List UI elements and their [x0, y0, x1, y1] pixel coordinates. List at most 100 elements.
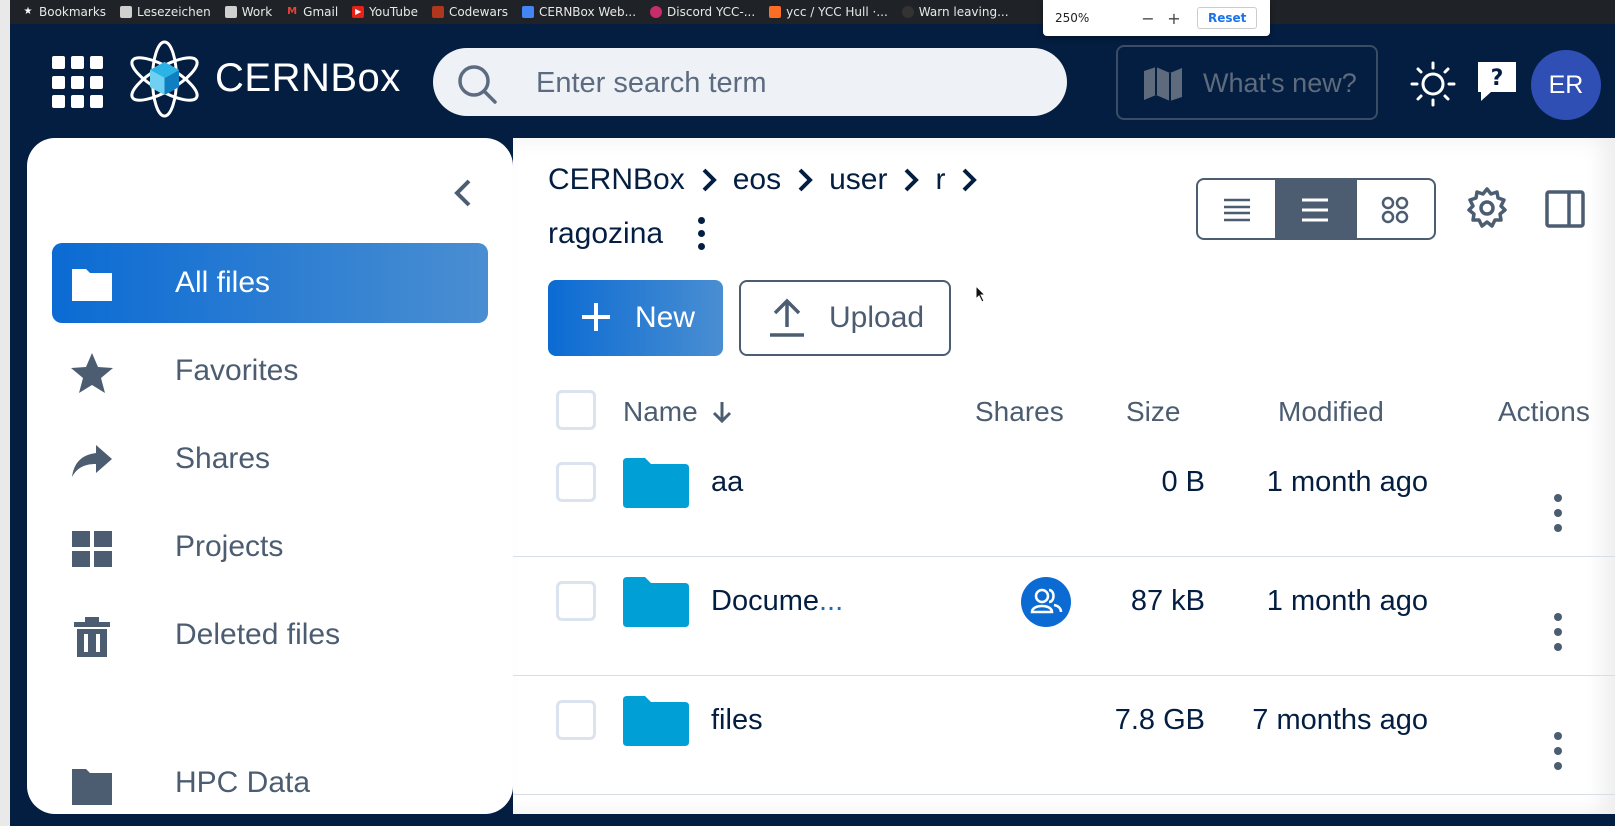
chevron-right-icon [702, 168, 717, 192]
zoom-reset-button[interactable]: Reset [1197, 7, 1258, 29]
sidebar-item-all-files[interactable]: All files [52, 243, 488, 323]
bookmark-item[interactable]: ycc / YCC Hull ·... [769, 5, 888, 19]
breadcrumb-item[interactable]: eos [733, 163, 781, 197]
zoom-out-button[interactable]: − [1135, 9, 1161, 28]
sidebar-item-label: HPC Data [175, 766, 311, 799]
column-header-name[interactable]: Name [623, 396, 733, 428]
zoom-in-button[interactable]: + [1161, 9, 1187, 28]
sidebar-item-label: Shares [175, 442, 271, 475]
file-modified: 1 month ago [1266, 466, 1428, 498]
chevron-right-icon [963, 168, 978, 192]
github-icon [901, 6, 914, 18]
folder-icon [72, 769, 112, 805]
view-condensed-button[interactable] [1198, 180, 1275, 238]
codewars-icon [431, 6, 444, 18]
breadcrumb: CERNBox eos user r ragozina [548, 160, 979, 254]
trash-icon [74, 617, 110, 657]
row-actions-kebab-icon[interactable] [1554, 613, 1562, 653]
bookmark-item[interactable]: CERNBox Web... [522, 5, 636, 19]
table-row[interactable]: Docume... 87 kB 1 month ago [513, 557, 1615, 676]
search-input[interactable]: Enter search term [433, 48, 1067, 116]
breadcrumb-item[interactable]: user [829, 163, 887, 197]
user-avatar[interactable]: ER [1531, 50, 1601, 120]
tiles-icon [1381, 196, 1408, 224]
discord-icon [650, 6, 663, 18]
bookmark-item[interactable]: Lesezeichen [120, 5, 211, 19]
sidebar-item-shares[interactable]: Shares [52, 419, 488, 499]
theme-toggle-icon[interactable] [1410, 61, 1456, 107]
breadcrumb-item[interactable]: r [935, 163, 945, 197]
projects-grid-icon [72, 531, 112, 567]
sidebar-item-label: Deleted files [175, 618, 341, 651]
bookmark-item[interactable]: Warn leaving... [901, 5, 1009, 19]
gitlab-icon [769, 6, 782, 18]
breadcrumb-current: ragozina [548, 217, 664, 250]
chevron-right-icon [798, 168, 813, 192]
star-icon [71, 353, 113, 393]
settings-gear-icon[interactable] [1465, 186, 1509, 230]
column-header-actions: Actions [1498, 396, 1590, 427]
table-header: Name Shares Size Modified Actions [513, 382, 1615, 438]
search-placeholder: Enter search term [536, 67, 767, 99]
file-name-truncation: ... [819, 585, 844, 617]
brand-bold: Box [330, 56, 401, 100]
sidebar-item-label: Projects [175, 530, 284, 563]
view-list-button[interactable] [1275, 180, 1355, 238]
bookmark-item[interactable]: Codewars [431, 5, 508, 19]
row-checkbox[interactable] [556, 462, 596, 502]
people-icon [1030, 588, 1063, 614]
select-all-checkbox[interactable] [556, 390, 596, 430]
plus-icon [582, 303, 610, 331]
row-checkbox[interactable] [556, 700, 596, 740]
file-size: 7.8 GB [1114, 704, 1205, 736]
cernbox-logo-icon[interactable] [127, 38, 202, 120]
sidebar-item-deleted-files[interactable]: Deleted files [52, 595, 488, 675]
view-tiles-button[interactable] [1354, 180, 1434, 238]
file-name: Docume [711, 585, 819, 617]
view-mode-switch [1196, 178, 1436, 240]
folder-icon [224, 6, 237, 18]
sidebar-item-projects[interactable]: Projects [52, 507, 488, 587]
app-switcher-icon[interactable] [52, 56, 105, 109]
map-icon [1144, 67, 1182, 101]
whats-new-label: What's new? [1203, 68, 1357, 98]
shared-people-icon[interactable] [1021, 577, 1071, 627]
column-header-shares: Shares [975, 396, 1064, 427]
column-header-size[interactable]: Size [1126, 396, 1180, 428]
gmail-icon: M [287, 6, 298, 17]
bookmark-item[interactable]: ★ Bookmarks [22, 5, 107, 19]
upload-icon [770, 298, 804, 337]
file-name-link[interactable]: Docume... [711, 585, 843, 618]
table-row[interactable]: aa 0 B 1 month ago [513, 438, 1615, 557]
file-name-link[interactable]: aa [711, 466, 743, 499]
bookmark-item[interactable]: Discord YCC-... [650, 5, 755, 19]
table-row[interactable]: files 7.8 GB 7 months ago [513, 676, 1615, 795]
collapse-sidebar-icon[interactable] [451, 176, 475, 210]
folder-actions-kebab-icon[interactable] [697, 217, 706, 251]
folder-icon [120, 6, 133, 18]
sidebar: All files Favorites Shares Projects Dele… [27, 138, 513, 814]
bookmark-item[interactable]: Work [224, 5, 272, 19]
sidebar-item-favorites[interactable]: Favorites [52, 331, 488, 411]
bookmark-item[interactable]: ▶ YouTube [352, 5, 418, 19]
toggle-sidebar-panel-icon[interactable] [1545, 190, 1585, 228]
upload-button[interactable]: Upload [739, 280, 951, 356]
row-checkbox[interactable] [556, 581, 596, 621]
sidebar-item-hpc-data[interactable]: HPC Data [52, 743, 488, 814]
share-arrow-icon [72, 445, 112, 477]
upload-button-label: Upload [829, 301, 925, 334]
new-button[interactable]: New [548, 280, 723, 356]
row-actions-kebab-icon[interactable] [1554, 732, 1562, 772]
brand-light: CERN [215, 56, 331, 100]
browser-edge [0, 0, 10, 826]
column-header-modified[interactable]: Modified [1278, 396, 1384, 428]
file-name-link[interactable]: files [711, 704, 763, 737]
whats-new-button[interactable]: What's new? [1116, 45, 1378, 120]
breadcrumb-item[interactable]: CERNBox [548, 163, 685, 197]
row-actions-kebab-icon[interactable] [1554, 494, 1562, 534]
mouse-pointer-icon [975, 285, 987, 303]
bookmarks-bar: ★ Bookmarks Lesezeichen Work M Gmail ▶ YouT… [10, 0, 1615, 24]
bookmark-item[interactable]: M Gmail [286, 5, 338, 19]
help-icon[interactable]: ? [1475, 59, 1519, 103]
file-list-panel: CERNBox eos user r ragozina New Upload N… [513, 138, 1615, 814]
